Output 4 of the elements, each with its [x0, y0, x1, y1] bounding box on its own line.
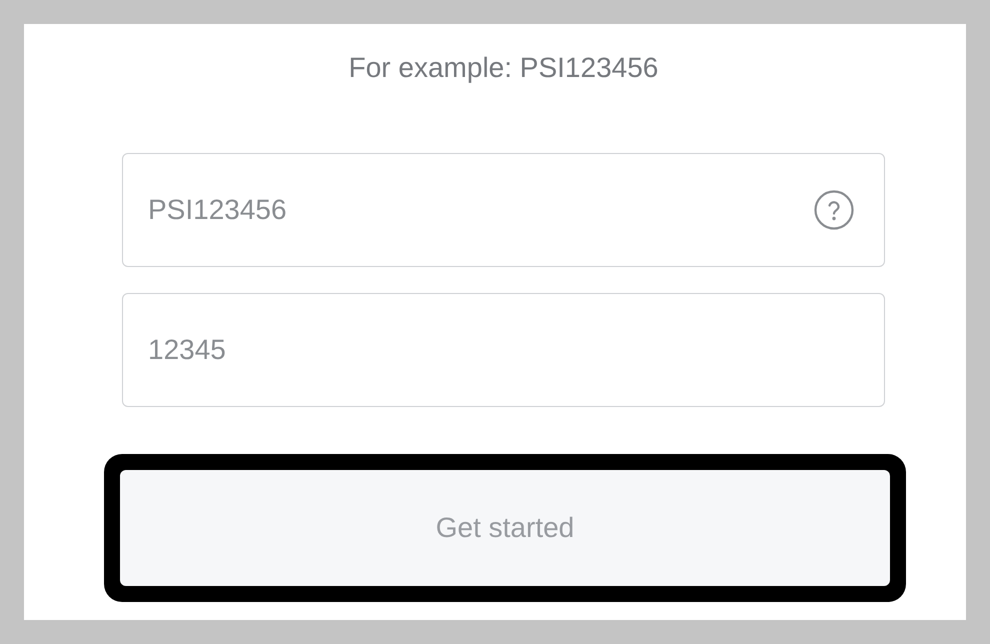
input-field[interactable]: 12345 [122, 293, 885, 407]
help-icon[interactable] [814, 190, 854, 230]
hint-text: For example: PSI123456 [348, 52, 658, 84]
input-field[interactable]: PSI123456 [122, 153, 885, 267]
